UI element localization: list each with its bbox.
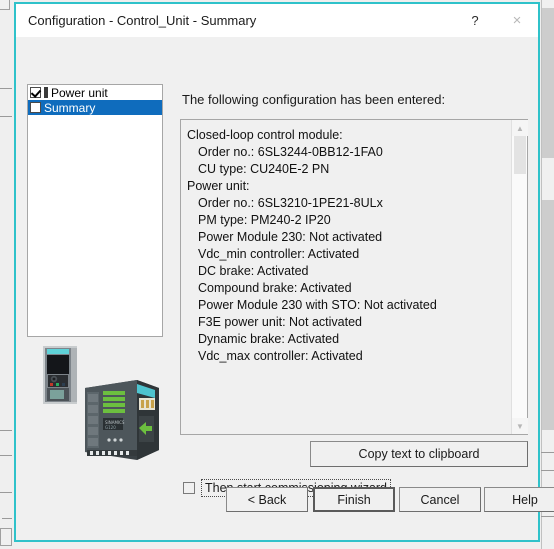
summary-line: DC brake: Activated	[198, 264, 309, 278]
device-illustrations: SINAMICS G120	[27, 342, 167, 467]
background-divider	[541, 452, 554, 453]
checkbox-icon-power-unit[interactable]	[30, 87, 41, 98]
finish-button[interactable]: Finish	[313, 487, 395, 512]
tree-item-summary[interactable]: Summary	[28, 100, 162, 115]
summary-line: Vdc_max controller: Activated	[198, 349, 363, 363]
summary-line: PM type: PM240-2 IP20	[198, 213, 331, 227]
background-divider	[541, 516, 554, 517]
summary-line: Order no.: 6SL3210-1PE21-8ULx	[198, 196, 383, 210]
device-images-svg: SINAMICS G120	[43, 346, 159, 460]
window-title: Configuration - Control_Unit - Summary	[28, 13, 257, 28]
dialog-body: Power unit Summary SINAMICS G120 The fol…	[16, 37, 554, 540]
tree-item-power-unit[interactable]: Power unit	[28, 85, 162, 100]
background-divider	[541, 470, 554, 471]
summary-text-content: Closed-loop control module: Order no.: 6S…	[181, 120, 511, 434]
help-icon[interactable]: ?	[454, 5, 496, 37]
background-scrollbar-thumb[interactable]	[542, 8, 554, 158]
scrollbar-thumb[interactable]	[514, 136, 526, 174]
summary-line: Power Module 230 with STO: Not activated	[198, 298, 437, 312]
background-divider	[2, 518, 12, 519]
summary-line: Power Module 230: Not activated	[198, 230, 383, 244]
background-scrollbar-thumb-2[interactable]	[542, 200, 554, 430]
summary-line: Order no.: 6SL3244-0BB12-1FA0	[198, 145, 383, 159]
checkbox-icon-summary[interactable]	[30, 102, 41, 113]
help-button[interactable]: Help	[484, 487, 554, 512]
content-heading: The following configuration has been ent…	[182, 92, 446, 107]
dialog-footer: < Back Finish Cancel Help	[16, 480, 554, 540]
summary-text-panel[interactable]: Closed-loop control module: Order no.: 6S…	[180, 119, 528, 435]
title-bar: Configuration - Control_Unit - Summary ?…	[16, 4, 538, 37]
background-divider	[0, 116, 12, 117]
close-icon[interactable]: ×	[496, 5, 538, 37]
background-divider	[0, 430, 12, 431]
background-toolbar-button	[0, 0, 10, 10]
summary-line: Closed-loop control module:	[187, 128, 343, 142]
summary-line: F3E power unit: Not activated	[198, 315, 362, 329]
summary-scrollbar[interactable]: ▲ ▼	[511, 120, 528, 434]
summary-line: Compound brake: Activated	[198, 281, 352, 295]
tree-item-label: Summary	[44, 100, 96, 115]
background-button	[0, 528, 12, 546]
summary-line: CU type: CU240E-2 PN	[198, 162, 330, 176]
scrollbar-track[interactable]	[512, 136, 527, 418]
tree-marker-icon	[44, 87, 48, 98]
power-module-image: SINAMICS G120	[85, 380, 159, 460]
scroll-up-arrow-icon[interactable]: ▲	[512, 120, 528, 136]
copy-text-to-clipboard-button[interactable]: Copy text to clipboard	[310, 441, 528, 467]
summary-line: Power unit:	[187, 179, 250, 193]
summary-line: Vdc_min controller: Activated	[198, 247, 360, 261]
svg-text:G120: G120	[105, 425, 116, 430]
tree-item-label: Power unit	[51, 85, 108, 100]
control-unit-image	[43, 346, 77, 404]
scroll-down-arrow-icon[interactable]: ▼	[512, 418, 528, 434]
summary-line: Dynamic brake: Activated	[198, 332, 340, 346]
background-scrollbar[interactable]	[541, 0, 554, 549]
cancel-button[interactable]: Cancel	[399, 487, 481, 512]
navigation-tree[interactable]: Power unit Summary	[27, 84, 163, 337]
background-divider	[0, 455, 12, 456]
background-divider	[0, 88, 12, 89]
back-button[interactable]: < Back	[226, 487, 308, 512]
background-divider	[0, 492, 12, 493]
configuration-dialog: Configuration - Control_Unit - Summary ?…	[14, 2, 554, 542]
